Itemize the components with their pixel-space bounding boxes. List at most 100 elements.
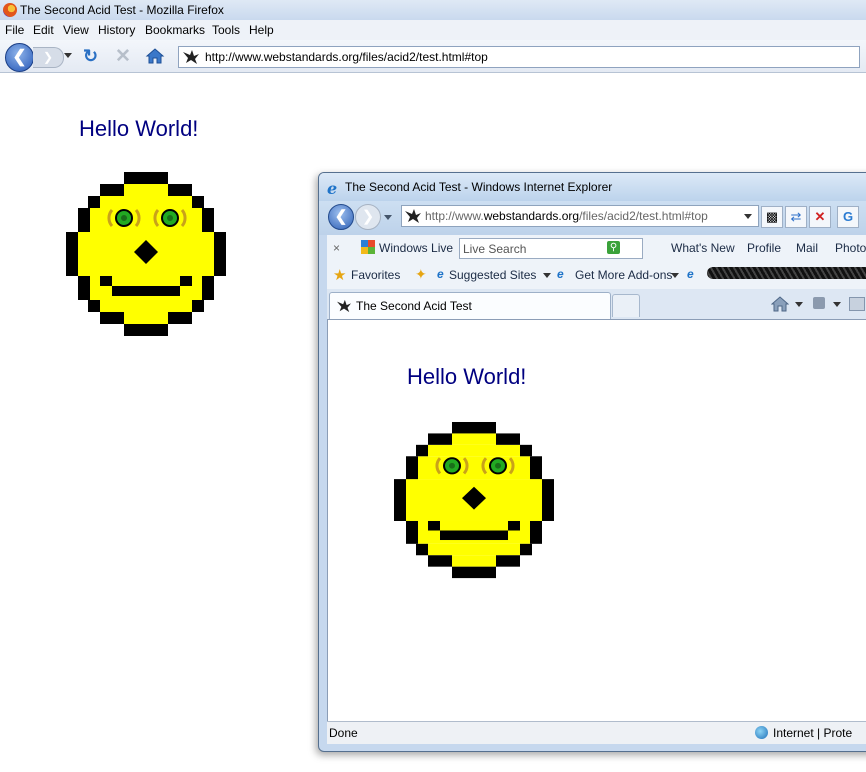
menu-view[interactable]: View (63, 23, 89, 37)
ie-forward-button[interactable]: ❯ (355, 204, 381, 230)
ie-favorites-bar: ★ Favorites ✦ e Suggested Sites e Get Mo… (327, 261, 866, 290)
toolbar-close-icon[interactable]: × (333, 241, 340, 255)
menu-history[interactable]: History (98, 23, 135, 37)
ie-home-dropdown-icon[interactable] (795, 302, 803, 307)
face-outline (214, 232, 226, 276)
ie-recent-pages-icon[interactable] (384, 215, 392, 220)
search-go-icon[interactable]: ⚲ (607, 241, 620, 254)
mouth (440, 530, 508, 541)
face-fill (100, 300, 192, 312)
back-button[interactable]: ❮ (5, 43, 34, 72)
menu-edit[interactable]: Edit (33, 23, 54, 37)
forward-button[interactable]: ❯ (33, 47, 64, 68)
eye-pupil (495, 462, 501, 469)
face-outline (100, 184, 124, 196)
face-outline (124, 324, 168, 336)
photos-link[interactable]: Photo (835, 241, 866, 255)
live-search-input[interactable]: Live Search ⚲ (459, 238, 643, 259)
eye-pupil (121, 215, 127, 221)
ie-url-domain: webstandards.org (483, 209, 580, 223)
security-zone[interactable]: Internet | Prote (755, 726, 852, 740)
mouth-left-corner (428, 520, 440, 531)
whats-new-link[interactable]: What's New (671, 241, 735, 255)
ie-active-tab[interactable]: The Second Acid Test (329, 292, 611, 319)
face-outline (66, 232, 78, 276)
favorites-button[interactable]: Favorites (351, 268, 400, 282)
print-icon[interactable] (849, 297, 865, 311)
redacted-link-icon: e (687, 267, 694, 281)
ie-refresh-icon[interactable]: ⇄ (785, 206, 807, 228)
ie-address-bar[interactable]: http://www.webstandards.org/files/acid2/… (401, 205, 759, 227)
firefox-title-bar: The Second Acid Test - Mozilla Firefox (0, 0, 866, 20)
stop-icon[interactable]: ✕ (115, 45, 131, 68)
ie-tab-title: The Second Acid Test (356, 299, 472, 313)
face-outline (496, 555, 520, 567)
face-outline (520, 444, 532, 457)
face-outline (542, 479, 554, 521)
mail-link[interactable]: Mail (796, 241, 818, 255)
suggested-sites-dropdown-icon[interactable] (543, 273, 551, 278)
live-search-placeholder: Live Search (463, 242, 527, 256)
site-favicon-icon (183, 50, 199, 64)
favorites-star-icon: ★ (333, 267, 347, 284)
face-outline (202, 276, 214, 300)
face-outline (78, 208, 90, 232)
feeds-icon[interactable] (813, 297, 825, 309)
ie-address-dropdown-icon[interactable] (744, 214, 752, 219)
firefox-acid2-face (66, 172, 226, 336)
face-outline (452, 422, 496, 434)
eye-pupil (449, 462, 455, 469)
history-dropdown-icon[interactable] (64, 53, 72, 58)
ie-back-button[interactable]: ❮ (328, 204, 354, 230)
face-outline (100, 312, 124, 324)
windows-live-link[interactable]: Windows Live (379, 241, 453, 255)
menu-help[interactable]: Help (249, 23, 274, 37)
suggested-sites-button[interactable]: Suggested Sites (449, 268, 536, 282)
tab-favicon-icon (337, 299, 351, 313)
firefox-window-title: The Second Acid Test - Mozilla Firefox (20, 3, 224, 17)
face-outline (88, 196, 100, 208)
face-outline (530, 456, 542, 480)
mouth-left-corner (100, 276, 112, 286)
menu-file[interactable]: File (5, 23, 24, 37)
google-search-icon[interactable]: G (837, 206, 859, 228)
menu-tools[interactable]: Tools (212, 23, 240, 37)
face-outline (168, 312, 192, 324)
face-outline (428, 555, 452, 567)
ie-links-toolbar: × Windows Live Live Search ⚲ What's New … (327, 235, 866, 262)
addons-dropdown-icon[interactable] (671, 273, 679, 278)
redacted-favorite-link[interactable] (707, 267, 866, 279)
mouth (112, 286, 180, 296)
internet-globe-icon (755, 726, 768, 739)
ie-page-content: Hello World! (327, 319, 866, 722)
ie-window-title: The Second Acid Test - Windows Internet … (345, 180, 613, 194)
feeds-dropdown-icon[interactable] (833, 302, 841, 307)
add-favorite-icon[interactable]: ✦ (415, 266, 427, 283)
firefox-address-bar[interactable]: http://www.webstandards.org/files/acid2/… (178, 46, 860, 68)
windows-flag-icon (361, 240, 375, 254)
firefox-menu-bar: File Edit View History Bookmarks Tools H… (0, 20, 866, 40)
acid2-face-shape (394, 422, 554, 579)
reload-icon[interactable]: ↻ (83, 46, 98, 67)
mouth-right-corner (180, 276, 192, 286)
profile-link[interactable]: Profile (747, 241, 781, 255)
face-outline (124, 172, 168, 184)
face-fill (428, 543, 520, 556)
get-more-addons-button[interactable]: Get More Add-ons (575, 268, 672, 282)
face-fill (428, 444, 520, 457)
new-tab-button[interactable] (612, 294, 640, 317)
face-outline (192, 300, 204, 312)
ie-logo-icon: e (327, 179, 338, 198)
compatibility-view-icon[interactable]: ▩ (761, 206, 783, 228)
menu-bookmarks[interactable]: Bookmarks (145, 23, 205, 37)
face-outline (406, 456, 418, 480)
home-icon[interactable] (145, 46, 165, 66)
ie-home-icon[interactable] (771, 296, 789, 312)
ie-stop-icon[interactable]: ✕ (809, 206, 831, 228)
ie-url-text: http://www.webstandards.org/files/acid2/… (425, 209, 708, 223)
addons-icon: e (557, 267, 564, 281)
face-outline (496, 433, 520, 445)
suggested-sites-icon: e (437, 267, 444, 281)
face-fill (124, 312, 168, 324)
face-outline (416, 543, 428, 556)
